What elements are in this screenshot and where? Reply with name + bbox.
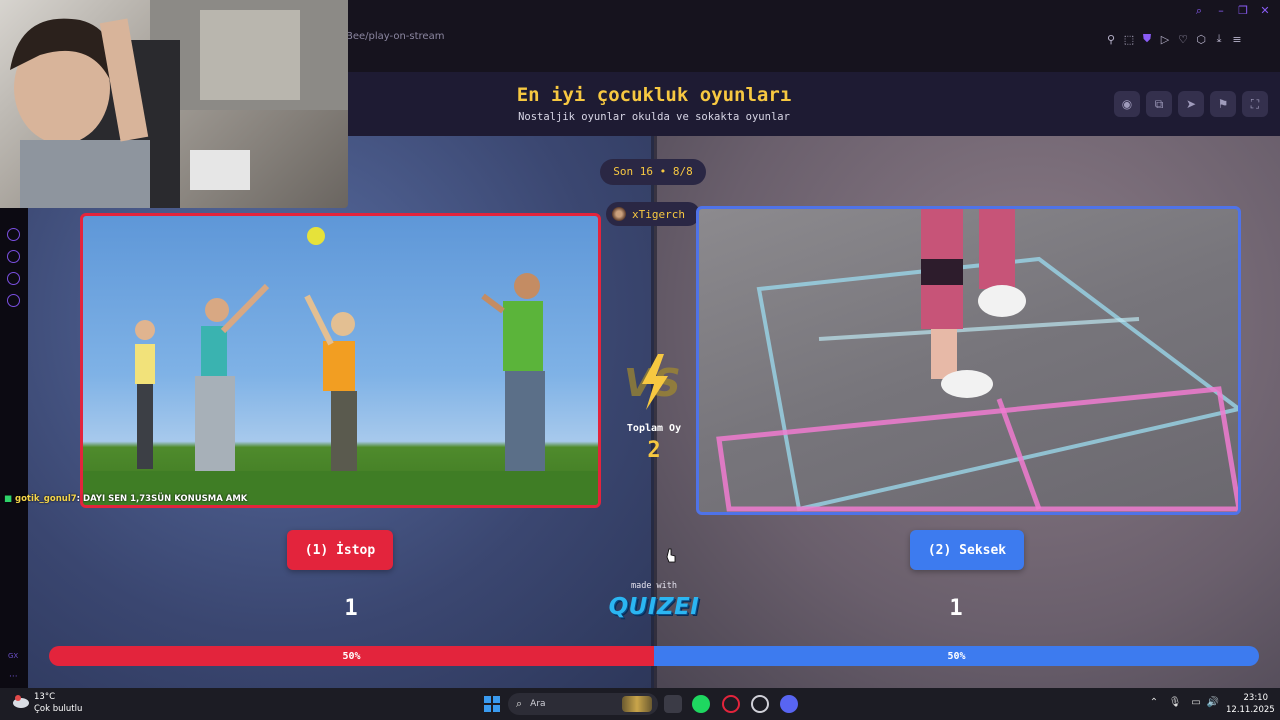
spotify-icon[interactable] (692, 695, 710, 713)
browser-toolbar-icons: ⚲ ⬚ ⛊ ▷ ♡ ⬡ ⤓ ≡ (1104, 32, 1244, 46)
screenshot-icon[interactable]: ⬚ (1122, 32, 1136, 46)
minimize-icon[interactable]: – (1214, 4, 1228, 18)
windows-start-icon[interactable] (484, 696, 500, 712)
weather-temperature: 13°C (34, 692, 56, 702)
flag-icon[interactable]: ⚑ (1210, 91, 1236, 117)
brand-logo[interactable]: QUIZEI (602, 594, 706, 620)
hand-cursor-icon (666, 548, 676, 563)
total-votes-value: 2 (647, 438, 661, 463)
webcam-feed (10, 0, 348, 208)
hopscotch-illustration (716, 209, 1238, 512)
option-1-image[interactable] (80, 213, 601, 508)
volume-icon[interactable]: 🔊 (1206, 697, 1220, 711)
search-icon: ⌕ (516, 697, 523, 710)
search-icon[interactable]: ⌕ (1192, 4, 1206, 18)
fullscreen-icon[interactable]: ⛶ (1242, 91, 1268, 117)
shield-icon[interactable]: ⛊ (1140, 32, 1154, 46)
versus-icon: VS (624, 354, 681, 410)
option-2-button[interactable]: (2) Seksek (910, 530, 1024, 570)
vote-split-bar: 50% 50% (49, 646, 1259, 666)
microphone-icon[interactable]: 🎙 (1168, 697, 1182, 711)
sidebar-more-icon[interactable]: ··· (9, 672, 18, 682)
share-icon[interactable]: ⧉ (1146, 91, 1172, 117)
recording-app-icon[interactable] (751, 695, 769, 713)
taskbar-clock-date[interactable]: 12.11.2025 (1226, 705, 1275, 715)
play-icon[interactable]: ▷ (1158, 32, 1172, 46)
heart-icon[interactable]: ♡ (1176, 32, 1190, 46)
discord-icon[interactable] (780, 695, 798, 713)
maximize-icon[interactable]: ❐ (1236, 4, 1250, 18)
option-2-percent-bar: 50% (654, 646, 1259, 666)
sidebar-add-icon[interactable] (7, 228, 20, 241)
total-votes-label: Toplam Oy (626, 423, 682, 434)
sidebar-history-icon[interactable] (7, 250, 20, 263)
send-icon[interactable]: ➤ (1178, 91, 1204, 117)
chat-username: gotik_gonul7 (15, 494, 77, 504)
stream-chat-message: ■ gotik_gonul7: DAYI SEN 1,73SÜN KONUSMA… (4, 494, 504, 504)
streamer-webcam (0, 0, 348, 208)
player-badge: xTigerch (606, 202, 700, 226)
opera-gx-icon[interactable] (722, 695, 740, 713)
option-2-image[interactable] (696, 206, 1241, 515)
extensions-icon[interactable]: ⬡ (1194, 32, 1208, 46)
taskbar-search[interactable]: ⌕ Ara (508, 693, 658, 715)
sidebar-settings-icon[interactable] (7, 294, 20, 307)
close-icon[interactable]: ✕ (1258, 4, 1272, 18)
display-icon[interactable]: ▭ (1189, 697, 1203, 711)
round-indicator: Son 16 • 8/8 (600, 159, 706, 185)
cloud-icon[interactable] (12, 694, 30, 708)
option-1-vote-count: 1 (344, 596, 358, 621)
sidebar-gx-icon[interactable]: GX (8, 652, 18, 660)
menu-icon[interactable]: ≡ (1230, 32, 1244, 46)
taskbar-clock-time[interactable]: 23:10 (1236, 693, 1269, 703)
avatar (612, 207, 626, 221)
option-2-vote-count: 1 (949, 596, 963, 621)
weather-description: Çok bulutlu (34, 704, 83, 714)
option-1-percent-bar: 50% (49, 646, 654, 666)
search-placeholder: Ara (530, 699, 546, 709)
chat-text: : DAYI SEN 1,73SÜN KONUSMA AMK (76, 494, 248, 504)
search-highlight-image (622, 696, 652, 712)
option-1-button[interactable]: (1) İstop (287, 530, 393, 570)
file-explorer-icon[interactable] (664, 695, 682, 713)
tray-overflow-icon[interactable]: ⌃ (1147, 697, 1161, 711)
download-icon[interactable]: ⤓ (1212, 32, 1226, 46)
made-with-label: made with (630, 581, 678, 591)
window-controls: ⌕ – ❐ ✕ (1192, 4, 1272, 18)
chat-badge-icon: ■ (4, 494, 13, 504)
sidebar-extensions-icon[interactable] (7, 272, 20, 285)
address-bar-url[interactable]: Bee/play-on-stream (346, 31, 444, 42)
pin-icon[interactable]: ⚲ (1104, 32, 1118, 46)
player-name: xTigerch (632, 207, 685, 221)
kids-playing-ball-illustration (83, 227, 598, 505)
eye-icon[interactable]: ◉ (1114, 91, 1140, 117)
